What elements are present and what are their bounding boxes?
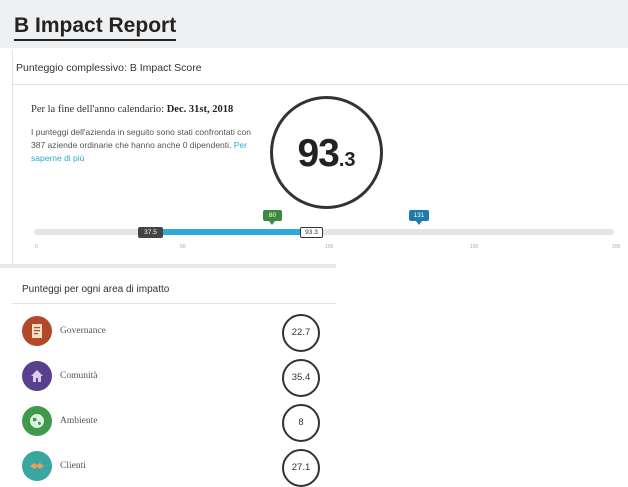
area-label: Clienti	[60, 461, 86, 471]
axis-tick: 100	[325, 244, 334, 250]
document-icon	[22, 316, 52, 346]
marker-pointer	[269, 221, 275, 225]
benchmark-track	[34, 229, 614, 235]
company-score-marker[interactable]: 93.3	[300, 227, 323, 238]
axis-tick: 200	[612, 244, 621, 250]
description-text: I punteggi dell'azienda in seguito sono …	[31, 127, 251, 150]
impact-area-community[interactable]: Comunità 35.4	[22, 359, 332, 397]
benchmark-marker-blue[interactable]: 131	[409, 210, 429, 221]
area-label: Governance	[60, 326, 106, 336]
divider	[12, 84, 628, 85]
impact-area-governance[interactable]: Governance 22.7	[22, 314, 332, 352]
impact-area-environment[interactable]: Ambiente 8	[22, 404, 332, 442]
marker-pointer	[416, 221, 422, 225]
area-score: 8	[282, 404, 320, 442]
benchmark-range-fill	[150, 229, 302, 235]
area-score: 22.7	[282, 314, 320, 352]
period-prefix: Per la fine dell'anno calendario:	[31, 104, 165, 115]
axis-tick: 150	[470, 244, 479, 250]
divider	[12, 303, 336, 304]
section-separator	[0, 264, 336, 268]
area-score: 27.1	[282, 449, 320, 487]
overall-score-circle: 93.3	[270, 96, 383, 209]
overall-score-title: Punteggio complessivo: B Impact Score	[16, 62, 202, 74]
area-label: Comunità	[60, 371, 98, 381]
community-icon	[22, 361, 52, 391]
comparison-description: I punteggi dell'azienda in seguito sono …	[31, 126, 261, 165]
page-header: B Impact Report	[0, 0, 628, 48]
impact-areas-title: Punteggi per ogni area di impatto	[22, 284, 170, 295]
overall-score-decimal: .3	[338, 149, 356, 171]
area-label: Ambiente	[60, 416, 98, 426]
period-date: Dec. 31st, 2018	[166, 104, 234, 115]
globe-icon	[22, 406, 52, 436]
overall-score-value: 93	[297, 132, 339, 175]
axis-tick: 0	[35, 244, 38, 250]
handshake-icon	[22, 451, 52, 481]
benchmark-marker-green[interactable]: 80	[263, 210, 282, 221]
axis-tick: 50	[180, 244, 186, 250]
benchmark-marker-low[interactable]: 37.5	[138, 227, 163, 238]
area-score: 35.4	[282, 359, 320, 397]
impact-area-customers[interactable]: Clienti 27.1	[22, 449, 332, 487]
reporting-period: Per la fine dell'anno calendario: Dec. 3…	[31, 104, 233, 115]
page-title: B Impact Report	[14, 14, 177, 41]
